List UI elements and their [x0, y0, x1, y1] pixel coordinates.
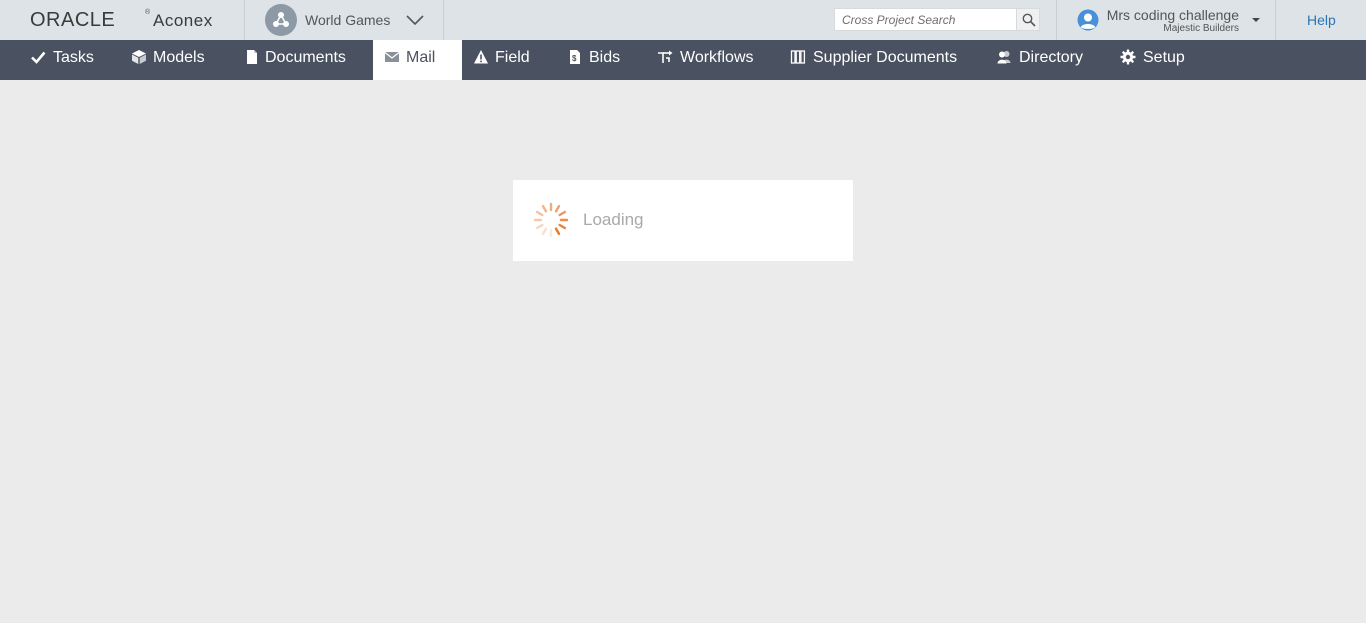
nav-models[interactable]: Models: [121, 40, 221, 80]
spinner-tick: [541, 204, 548, 213]
top-header: ORACLE ® Aconex World Games Cross Projec…: [0, 0, 1366, 40]
binders-icon: [790, 49, 806, 65]
nav-mail-label: Mail: [406, 49, 436, 66]
nav-setup[interactable]: Setup: [1111, 40, 1201, 80]
gear-icon: [1120, 49, 1136, 65]
caret-down-icon[interactable]: [1252, 18, 1260, 22]
user-organization: Majestic Builders: [1163, 23, 1239, 34]
search-button[interactable]: [1016, 9, 1039, 30]
spinner-tick: [541, 227, 548, 236]
spinner-tick: [535, 210, 544, 217]
nav-tasks[interactable]: Tasks: [20, 40, 110, 80]
project-switcher[interactable]: World Games: [245, 0, 444, 40]
search-input[interactable]: [835, 9, 1018, 30]
envelope-icon: [384, 49, 400, 65]
nav-field-label: Field: [495, 49, 530, 66]
nav-tasks-label: Tasks: [53, 49, 94, 66]
oracle-aconex-logo[interactable]: ORACLE ® Aconex: [0, 0, 245, 40]
nav-bids[interactable]: $ Bids: [559, 40, 634, 80]
chevron-down-icon[interactable]: [405, 10, 425, 30]
logo-oracle-text: ORACLE: [30, 9, 116, 31]
document-icon: [244, 49, 260, 65]
nav-bids-label: Bids: [589, 49, 621, 66]
user-menu[interactable]: Mrs coding challenge Majestic Builders: [1057, 0, 1276, 40]
spinner-tick: [554, 204, 561, 213]
check-icon: [30, 49, 46, 65]
nav-field[interactable]: Field: [464, 40, 544, 80]
cross-project-search: [834, 8, 1040, 31]
nav-directory-label: Directory: [1019, 49, 1084, 66]
people-icon: [996, 49, 1012, 65]
logo-aconex-text: Aconex: [153, 11, 213, 30]
search-icon: [1022, 13, 1036, 27]
user-name: Mrs coding challenge: [1106, 7, 1239, 23]
user-avatar-icon: [1077, 9, 1099, 31]
bid-document-icon: $: [567, 49, 583, 65]
nav-workflows-label: Workflows: [680, 49, 754, 66]
nav-supplier-documents-label: Supplier Documents: [813, 49, 958, 66]
logo-registered-mark: ®: [145, 9, 151, 16]
nav-documents-label: Documents: [265, 49, 346, 66]
spinner-tick: [558, 210, 567, 217]
loading-text: Loading: [583, 210, 644, 229]
nav-directory[interactable]: Directory: [986, 40, 1096, 80]
loading-panel: Loading: [513, 180, 853, 261]
project-network-icon: [265, 4, 297, 36]
nav-mail[interactable]: Mail: [373, 40, 462, 80]
nav-documents[interactable]: Documents: [234, 40, 362, 80]
workflow-icon: [657, 49, 673, 65]
main-nav: Tasks Models Documents Mail Field $ Bids…: [0, 40, 1366, 80]
nav-supplier-documents[interactable]: Supplier Documents: [781, 40, 971, 80]
loading-spinner-icon: [533, 202, 569, 238]
project-name: World Games: [305, 12, 391, 28]
spinner-tick: [558, 223, 567, 230]
nav-workflows[interactable]: Workflows: [648, 40, 768, 80]
spinner-tick: [535, 223, 544, 230]
spinner-tick: [554, 227, 561, 236]
warning-icon: [473, 49, 489, 65]
nav-models-label: Models: [153, 49, 205, 66]
help-link[interactable]: Help: [1307, 12, 1336, 28]
nav-setup-label: Setup: [1143, 49, 1185, 66]
svg-text:$: $: [572, 54, 577, 63]
cube-icon: [131, 49, 147, 65]
